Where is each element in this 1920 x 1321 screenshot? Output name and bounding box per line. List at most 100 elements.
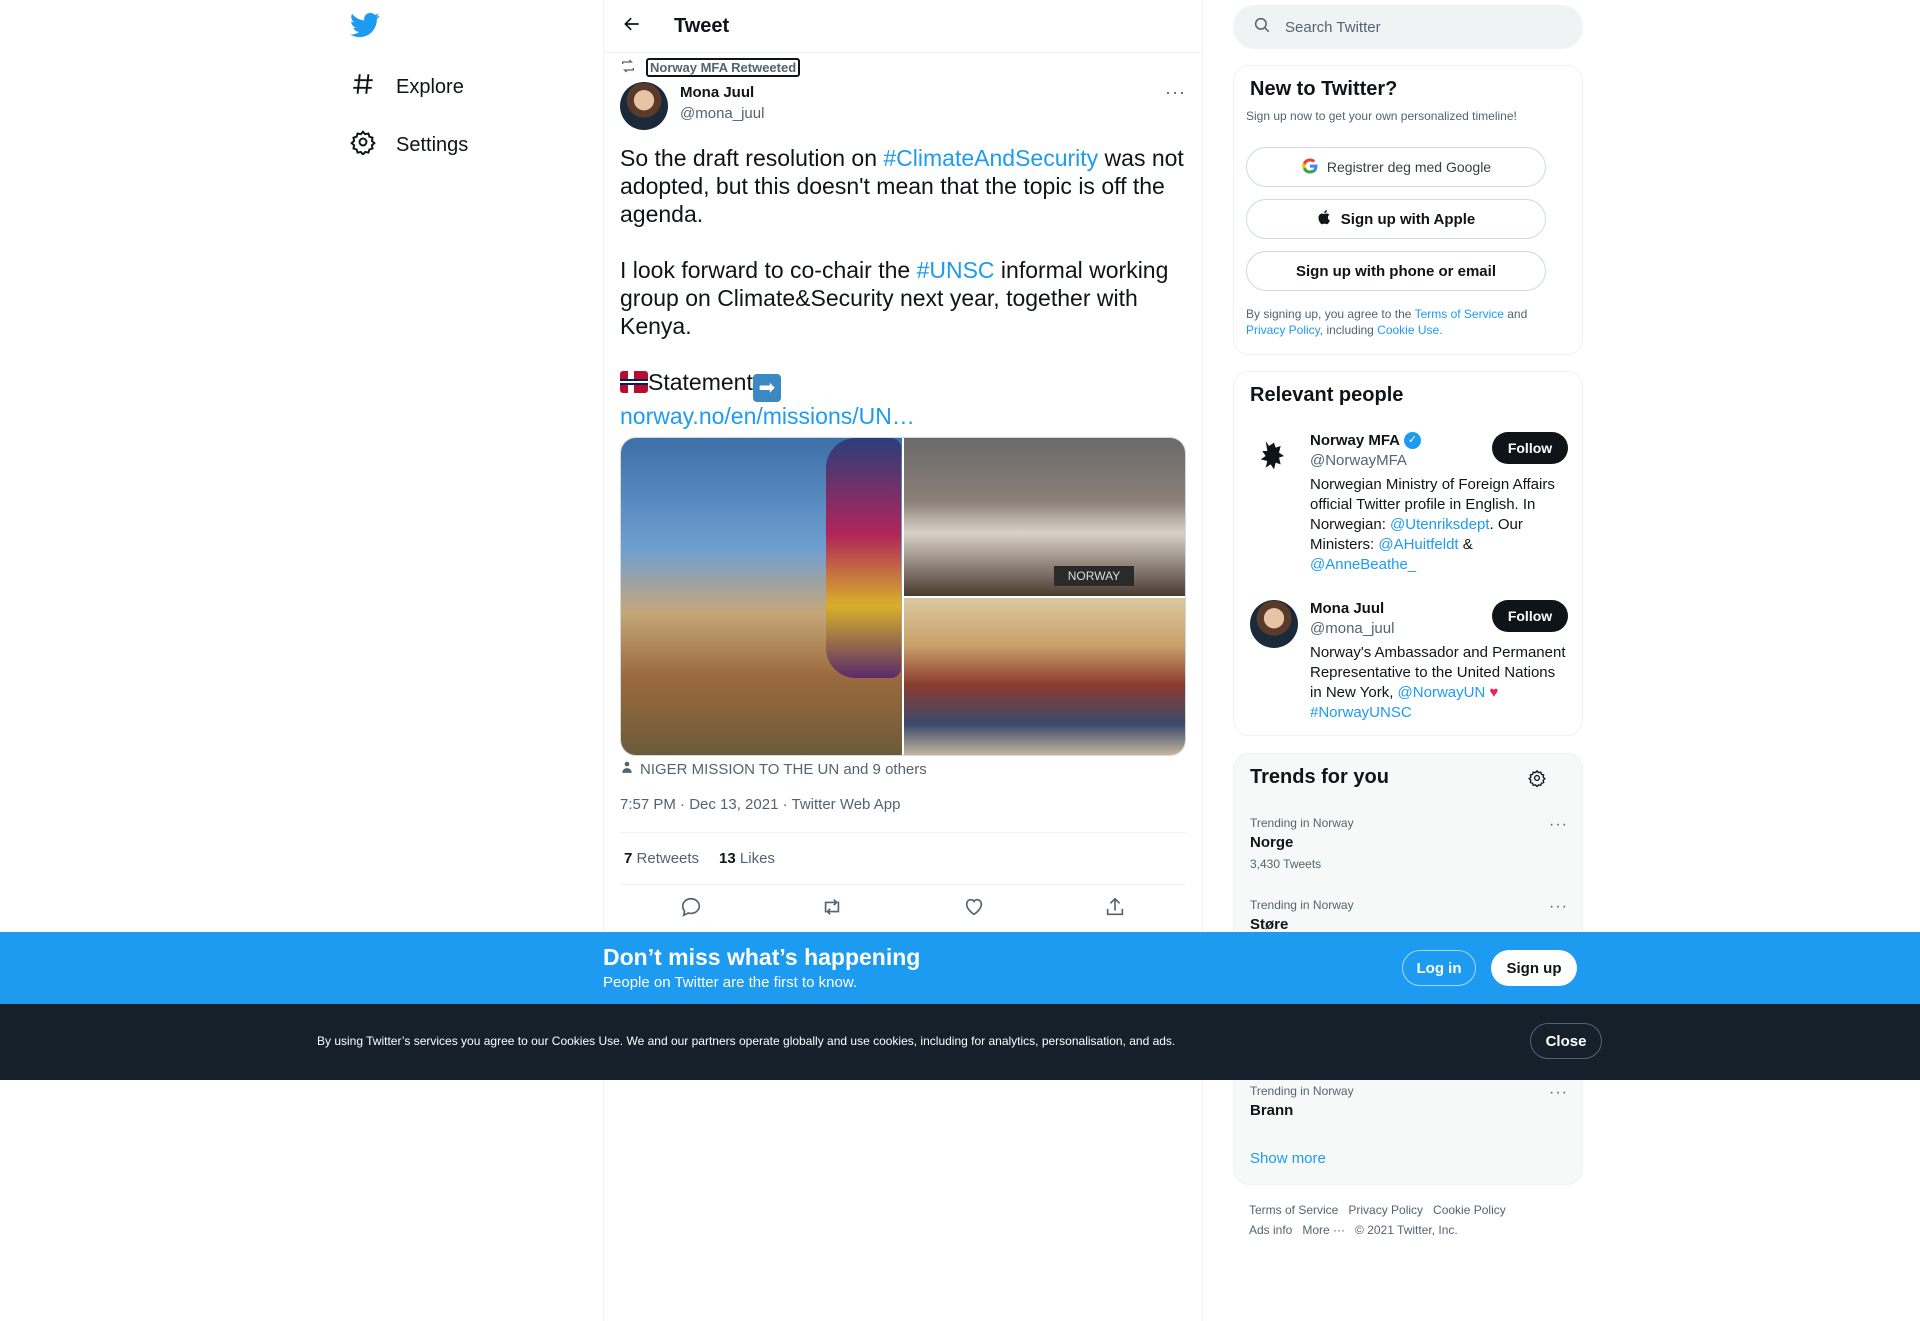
person-icon	[620, 760, 634, 778]
tweet-timestamp[interactable]: 7:57 PM · Dec 13, 2021 · Twitter Web App	[620, 796, 900, 813]
person-name[interactable]: Mona Juul	[1310, 600, 1384, 617]
more-options-icon[interactable]: ···	[1549, 898, 1568, 916]
search-icon	[1253, 16, 1271, 38]
cookie-use-link[interactable]: Cookie Use.	[1377, 323, 1442, 337]
norway-coat-of-arms-avatar[interactable]	[1250, 432, 1298, 480]
signup-button[interactable]: Sign up	[1491, 950, 1577, 986]
trend-name: Støre	[1250, 916, 1289, 933]
external-link[interactable]: norway.no/en/missions/UN…	[620, 403, 915, 429]
main-column: Tweet Norway MFA Retweeted Mona Juul @mo…	[603, 0, 1203, 1321]
show-more-link[interactable]: Show more	[1250, 1150, 1326, 1167]
mention-link[interactable]: @AnneBeathe_	[1310, 556, 1416, 573]
tweet-text-segment: I look forward to co-chair the	[620, 257, 917, 283]
trend-context: Trending in Norway	[1250, 816, 1354, 830]
google-signup-label: Registrer deg med Google	[1326, 159, 1492, 175]
more-options-icon[interactable]: ···	[1165, 82, 1186, 103]
likes-count: 13	[719, 850, 736, 867]
google-signup-button[interactable]: Registrer deg med Google	[1246, 147, 1546, 187]
search-input[interactable]: Search Twitter	[1233, 5, 1583, 49]
privacy-link[interactable]: Privacy Policy	[1246, 323, 1320, 337]
terms-link[interactable]: Terms of Service	[1415, 307, 1504, 321]
retweets-stat[interactable]: 7 Retweets	[624, 850, 699, 867]
person-bio: Norway's Ambassador and Permanent Repres…	[1310, 643, 1568, 723]
tweet-paragraph-2: I look forward to co-chair the #UNSC inf…	[620, 256, 1186, 340]
photo-ambassador-speaking[interactable]: NORWAY	[904, 438, 1185, 596]
apple-signup-button[interactable]: Sign up with Apple	[1246, 199, 1546, 239]
retweet-action-icon[interactable]	[821, 896, 843, 923]
trend-item[interactable]: Trending in Norway Støre ···	[1250, 898, 1568, 933]
trend-item[interactable]: Trending in Norway Norge 3,430 Tweets ··…	[1250, 816, 1568, 871]
photo-person-figure	[826, 438, 901, 678]
tweet-text: So the draft resolution on #ClimateAndSe…	[620, 144, 1186, 430]
hashtag-link[interactable]: #NorwayUNSC	[1310, 704, 1412, 721]
mention-link[interactable]: @NorwayUN	[1398, 684, 1486, 701]
more-options-icon[interactable]: ···	[1549, 816, 1568, 834]
back-button[interactable]	[604, 0, 660, 53]
legal-text-segment: , including	[1319, 323, 1378, 337]
gear-icon[interactable]	[1528, 769, 1546, 792]
signup-legal-text: By signing up, you agree to the Terms of…	[1246, 306, 1566, 338]
tweet-media-grid: NORWAY	[620, 437, 1186, 756]
author-avatar[interactable]	[620, 82, 668, 130]
header-bar: Tweet	[604, 0, 1202, 53]
tweet-text-segment: So the draft resolution on	[620, 145, 884, 171]
footer-link[interactable]: Terms of Service	[1249, 1203, 1338, 1217]
photo-drought-landscape[interactable]	[621, 438, 902, 755]
photo-security-council-vote[interactable]	[904, 598, 1185, 755]
gear-icon	[350, 129, 376, 161]
tweet-paragraph-3: Statement ➡ norway.no/en/missions/UN…	[620, 368, 1186, 430]
footer-link[interactable]: More ···	[1302, 1223, 1345, 1237]
hashtag-link[interactable]: #UNSC	[917, 257, 995, 283]
statement-label: Statement	[648, 369, 753, 395]
login-button[interactable]: Log in	[1402, 950, 1476, 986]
tweet-stats: 7 Retweets 13 Likes	[620, 832, 1186, 885]
more-options-icon[interactable]: ···	[1549, 1084, 1568, 1102]
twitter-bird-icon[interactable]	[350, 10, 384, 44]
mention-link[interactable]: @AHuitfeldt	[1378, 536, 1458, 553]
retweeted-by-link[interactable]: Norway MFA Retweeted	[646, 58, 801, 77]
like-icon[interactable]	[963, 896, 985, 923]
signup-banner: Don’t miss what’s happening People on Tw…	[0, 932, 1920, 1004]
trend-context: Trending in Norway	[1250, 1084, 1354, 1098]
phone-email-signup-button[interactable]: Sign up with phone or email	[1246, 251, 1546, 291]
google-icon	[1301, 157, 1319, 178]
nav-explore[interactable]: Explore	[350, 62, 464, 112]
apple-signup-label: Sign up with Apple	[1340, 210, 1476, 228]
trend-item[interactable]: Trending in Norway Brann ···	[1250, 1084, 1568, 1119]
tweet-author[interactable]: Mona Juul @mona_juul	[620, 82, 764, 130]
close-cookie-button[interactable]: Close	[1530, 1023, 1602, 1059]
tweet-actions	[620, 896, 1186, 923]
hashtag-link[interactable]: #ClimateAndSecurity	[883, 145, 1098, 171]
reply-icon[interactable]	[680, 896, 702, 923]
share-icon[interactable]	[1104, 896, 1126, 923]
norway-flag-icon	[620, 371, 648, 393]
likes-stat[interactable]: 13 Likes	[719, 850, 775, 867]
trend-context: Trending in Norway	[1250, 898, 1354, 912]
trend-name: Norge	[1250, 834, 1294, 851]
relevant-people-title: Relevant people	[1250, 384, 1404, 406]
retweet-context: Norway MFA Retweeted	[620, 58, 801, 77]
legal-text-segment: By signing up, you agree to the	[1246, 307, 1415, 321]
signup-banner-title: Don’t miss what’s happening	[603, 944, 921, 970]
retweets-label: Retweets	[636, 850, 700, 867]
person-name[interactable]: Norway MFA	[1310, 432, 1400, 449]
arrow-left-icon	[622, 14, 642, 39]
mention-link[interactable]: @Utenriksdept	[1390, 516, 1489, 533]
author-handle[interactable]: @mona_juul	[680, 105, 764, 122]
follow-button[interactable]: Follow	[1492, 600, 1568, 632]
person-avatar[interactable]	[1250, 600, 1298, 648]
verified-badge-icon: ✓	[1404, 432, 1422, 449]
cookie-banner: By using Twitter’s services you agree to…	[0, 1004, 1920, 1080]
footer-link[interactable]: Ads info	[1249, 1223, 1292, 1237]
footer-link[interactable]: Cookie Policy	[1433, 1203, 1506, 1217]
follow-button[interactable]: Follow	[1492, 432, 1568, 464]
footer-link[interactable]: Privacy Policy	[1348, 1203, 1423, 1217]
nav-settings[interactable]: Settings	[350, 120, 468, 170]
apple-icon	[1317, 209, 1333, 229]
tagged-users[interactable]: NIGER MISSION TO THE UN and 9 others	[620, 760, 927, 778]
new-to-twitter-title: New to Twitter?	[1250, 78, 1398, 100]
relevant-people-card: Relevant people Norway MFA ✓ @NorwayMFA N…	[1233, 371, 1583, 736]
tweet-paragraph-1: So the draft resolution on #ClimateAndSe…	[620, 144, 1186, 228]
hashtag-icon	[350, 71, 376, 103]
author-name[interactable]: Mona Juul	[680, 84, 764, 101]
